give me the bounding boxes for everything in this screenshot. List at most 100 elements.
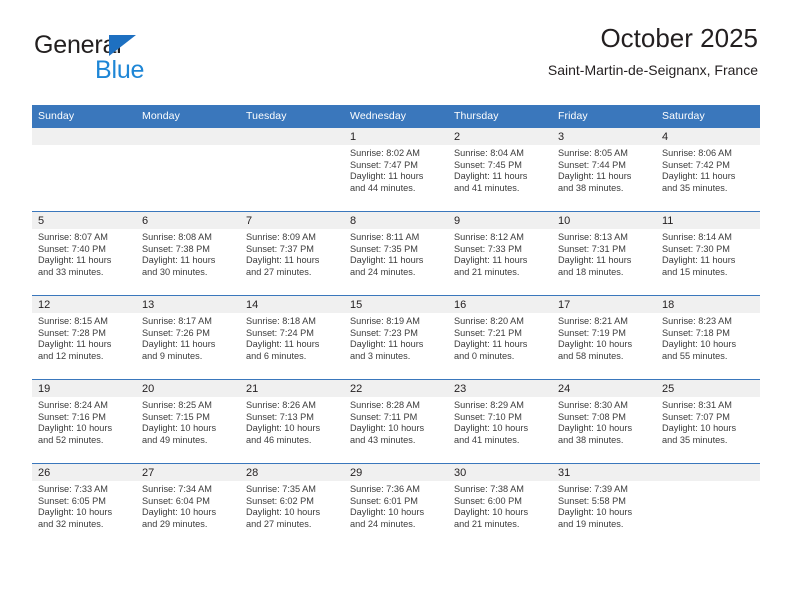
calendar-day-cell[interactable]: 16 Sunrise: 8:20 AM Sunset: 7:21 PM Dayligh… bbox=[448, 295, 552, 380]
day-details: Sunrise: 8:20 AM Sunset: 7:21 PM Daylight:… bbox=[448, 313, 552, 362]
weekday-header-wednesday: Wednesday bbox=[344, 105, 448, 128]
daylight-text-line1: Daylight: 10 hours bbox=[38, 507, 113, 518]
day-cell-inner: 26 Sunrise: 7:33 AM Sunset: 6:05 PM Dayligh… bbox=[32, 464, 136, 547]
general-blue-logo[interactable]: General Blue bbox=[34, 32, 264, 92]
daylight-text-line2: and 3 minutes. bbox=[350, 350, 411, 361]
day-cell-inner: 16 Sunrise: 8:20 AM Sunset: 7:21 PM Dayligh… bbox=[448, 296, 552, 379]
sunset-text: Sunset: 7:07 PM bbox=[662, 411, 730, 422]
calendar-day-cell[interactable]: 8 Sunrise: 8:11 AM Sunset: 7:35 PM Daylight… bbox=[344, 211, 448, 296]
calendar-day-cell[interactable]: 22 Sunrise: 8:28 AM Sunset: 7:11 PM Dayligh… bbox=[344, 379, 448, 464]
calendar-day-cell[interactable]: 30 Sunrise: 7:38 AM Sunset: 6:00 PM Dayligh… bbox=[448, 463, 552, 547]
weekday-header-tuesday: Tuesday bbox=[240, 105, 344, 128]
day-details: Sunrise: 8:15 AM Sunset: 7:28 PM Daylight:… bbox=[32, 313, 136, 362]
calendar-day-cell[interactable]: 4 Sunrise: 8:06 AM Sunset: 7:42 PM Daylight… bbox=[656, 127, 760, 212]
daylight-text-line2: and 15 minutes. bbox=[662, 266, 728, 277]
sunrise-text: Sunrise: 8:24 AM bbox=[38, 400, 108, 410]
page-subtitle: Saint-Martin-de-Seignanx, France bbox=[547, 62, 758, 78]
day-details: Sunrise: 8:07 AM Sunset: 7:40 PM Daylight:… bbox=[32, 229, 136, 278]
daylight-text-line2: and 44 minutes. bbox=[350, 182, 416, 193]
day-details: Sunrise: 8:14 AM Sunset: 7:30 PM Daylight:… bbox=[656, 229, 760, 278]
day-cell-inner: 3 Sunrise: 8:05 AM Sunset: 7:44 PM Daylight… bbox=[552, 128, 656, 211]
calendar-day-cell[interactable]: 18 Sunrise: 8:23 AM Sunset: 7:18 PM Dayligh… bbox=[656, 295, 760, 380]
daylight-text-line2: and 9 minutes. bbox=[142, 350, 203, 361]
calendar-day-cell[interactable]: 21 Sunrise: 8:26 AM Sunset: 7:13 PM Dayligh… bbox=[240, 379, 344, 464]
calendar-day-cell[interactable]: 6 Sunrise: 8:08 AM Sunset: 7:38 PM Daylight… bbox=[136, 211, 240, 296]
day-cell-inner: 15 Sunrise: 8:19 AM Sunset: 7:23 PM Dayligh… bbox=[344, 296, 448, 379]
calendar-day-cell[interactable]: 29 Sunrise: 7:36 AM Sunset: 6:01 PM Dayligh… bbox=[344, 463, 448, 547]
calendar-day-cell[interactable]: 24 Sunrise: 8:30 AM Sunset: 7:08 PM Dayligh… bbox=[552, 379, 656, 464]
calendar-day-cell[interactable]: 7 Sunrise: 8:09 AM Sunset: 7:37 PM Daylight… bbox=[240, 211, 344, 296]
sunset-text: Sunset: 7:42 PM bbox=[662, 159, 730, 170]
sunrise-text: Sunrise: 8:07 AM bbox=[38, 232, 108, 242]
daylight-text-line1: Daylight: 11 hours bbox=[246, 255, 320, 266]
day-number: 4 bbox=[656, 128, 760, 145]
day-number: 19 bbox=[32, 380, 136, 397]
daylight-text-line2: and 12 minutes. bbox=[38, 350, 104, 361]
calendar-day-cell[interactable]: 26 Sunrise: 7:33 AM Sunset: 6:05 PM Dayligh… bbox=[32, 463, 136, 547]
calendar-day-cell[interactable]: 10 Sunrise: 8:13 AM Sunset: 7:31 PM Dayligh… bbox=[552, 211, 656, 296]
sunrise-text: Sunrise: 8:23 AM bbox=[662, 316, 732, 326]
day-number: 7 bbox=[240, 212, 344, 229]
calendar-day-cell[interactable]: 25 Sunrise: 8:31 AM Sunset: 7:07 PM Dayligh… bbox=[656, 379, 760, 464]
day-number: 27 bbox=[136, 464, 240, 481]
sunrise-text: Sunrise: 8:13 AM bbox=[558, 232, 628, 242]
calendar-day-cell[interactable]: 12 Sunrise: 8:15 AM Sunset: 7:28 PM Dayligh… bbox=[32, 295, 136, 380]
calendar-day-cell[interactable]: 19 Sunrise: 8:24 AM Sunset: 7:16 PM Dayligh… bbox=[32, 379, 136, 464]
sunset-text: Sunset: 6:00 PM bbox=[454, 495, 522, 506]
sunset-text: Sunset: 6:05 PM bbox=[38, 495, 106, 506]
calendar-day-cell[interactable]: 23 Sunrise: 8:29 AM Sunset: 7:10 PM Dayligh… bbox=[448, 379, 552, 464]
sunrise-text: Sunrise: 8:21 AM bbox=[558, 316, 628, 326]
daylight-text-line2: and 55 minutes. bbox=[662, 350, 728, 361]
sunset-text: Sunset: 7:47 PM bbox=[350, 159, 418, 170]
calendar-day-cell[interactable]: 14 Sunrise: 8:18 AM Sunset: 7:24 PM Dayligh… bbox=[240, 295, 344, 380]
day-number: 28 bbox=[240, 464, 344, 481]
day-details: Sunrise: 8:13 AM Sunset: 7:31 PM Daylight:… bbox=[552, 229, 656, 278]
weekday-header-saturday: Saturday bbox=[656, 105, 760, 128]
day-details: Sunrise: 8:31 AM Sunset: 7:07 PM Daylight:… bbox=[656, 397, 760, 446]
day-details: Sunrise: 8:23 AM Sunset: 7:18 PM Daylight:… bbox=[656, 313, 760, 362]
daylight-text-line1: Daylight: 10 hours bbox=[350, 423, 425, 434]
day-number: 3 bbox=[552, 128, 656, 145]
daylight-text-line1: Daylight: 11 hours bbox=[350, 339, 424, 350]
calendar-day-cell[interactable]: 17 Sunrise: 8:21 AM Sunset: 7:19 PM Dayligh… bbox=[552, 295, 656, 380]
calendar-day-cell[interactable]: 27 Sunrise: 7:34 AM Sunset: 6:04 PM Dayligh… bbox=[136, 463, 240, 547]
sunrise-text: Sunrise: 8:04 AM bbox=[454, 148, 524, 158]
day-cell-inner bbox=[240, 128, 344, 211]
daylight-text-line2: and 43 minutes. bbox=[350, 434, 416, 445]
day-details: Sunrise: 8:24 AM Sunset: 7:16 PM Daylight:… bbox=[32, 397, 136, 446]
daylight-text-line2: and 18 minutes. bbox=[558, 266, 624, 277]
day-cell-inner: 18 Sunrise: 8:23 AM Sunset: 7:18 PM Dayligh… bbox=[656, 296, 760, 379]
sunrise-text: Sunrise: 8:15 AM bbox=[38, 316, 108, 326]
day-number: 21 bbox=[240, 380, 344, 397]
calendar-day-cell[interactable]: 3 Sunrise: 8:05 AM Sunset: 7:44 PM Daylight… bbox=[552, 127, 656, 212]
day-number: 8 bbox=[344, 212, 448, 229]
sunrise-text: Sunrise: 8:05 AM bbox=[558, 148, 628, 158]
calendar-day-cell[interactable]: 1 Sunrise: 8:02 AM Sunset: 7:47 PM Daylight… bbox=[344, 127, 448, 212]
day-number: 20 bbox=[136, 380, 240, 397]
calendar-week-row: 12 Sunrise: 8:15 AM Sunset: 7:28 PM Dayligh… bbox=[32, 295, 760, 380]
weekday-header-monday: Monday bbox=[136, 105, 240, 128]
calendar-day-cell[interactable]: 13 Sunrise: 8:17 AM Sunset: 7:26 PM Dayligh… bbox=[136, 295, 240, 380]
calendar-day-cell[interactable]: 11 Sunrise: 8:14 AM Sunset: 7:30 PM Dayligh… bbox=[656, 211, 760, 296]
day-cell-inner: 14 Sunrise: 8:18 AM Sunset: 7:24 PM Dayligh… bbox=[240, 296, 344, 379]
daylight-text-line1: Daylight: 11 hours bbox=[38, 339, 112, 350]
sunrise-text: Sunrise: 8:11 AM bbox=[350, 232, 420, 242]
day-cell-inner: 11 Sunrise: 8:14 AM Sunset: 7:30 PM Dayligh… bbox=[656, 212, 760, 295]
day-details: Sunrise: 7:35 AM Sunset: 6:02 PM Daylight:… bbox=[240, 481, 344, 530]
calendar-day-cell[interactable]: 20 Sunrise: 8:25 AM Sunset: 7:15 PM Dayligh… bbox=[136, 379, 240, 464]
day-number: 12 bbox=[32, 296, 136, 313]
daylight-text-line1: Daylight: 10 hours bbox=[142, 423, 217, 434]
calendar-day-cell[interactable]: 5 Sunrise: 8:07 AM Sunset: 7:40 PM Daylight… bbox=[32, 211, 136, 296]
day-cell-inner: 9 Sunrise: 8:12 AM Sunset: 7:33 PM Daylight… bbox=[448, 212, 552, 295]
day-details: Sunrise: 8:29 AM Sunset: 7:10 PM Daylight:… bbox=[448, 397, 552, 446]
calendar-day-cell[interactable]: 2 Sunrise: 8:04 AM Sunset: 7:45 PM Daylight… bbox=[448, 127, 552, 212]
day-details: Sunrise: 8:02 AM Sunset: 7:47 PM Daylight:… bbox=[344, 145, 448, 194]
sunset-text: Sunset: 7:11 PM bbox=[350, 411, 418, 422]
calendar-day-cell[interactable]: 15 Sunrise: 8:19 AM Sunset: 7:23 PM Dayligh… bbox=[344, 295, 448, 380]
sunset-text: Sunset: 7:28 PM bbox=[38, 327, 106, 338]
calendar-week-row: 26 Sunrise: 7:33 AM Sunset: 6:05 PM Dayligh… bbox=[32, 463, 760, 547]
calendar-day-cell[interactable]: 31 Sunrise: 7:39 AM Sunset: 5:58 PM Dayligh… bbox=[552, 463, 656, 547]
calendar-day-cell[interactable]: 9 Sunrise: 8:12 AM Sunset: 7:33 PM Daylight… bbox=[448, 211, 552, 296]
calendar-day-cell[interactable]: 28 Sunrise: 7:35 AM Sunset: 6:02 PM Dayligh… bbox=[240, 463, 344, 547]
sunset-text: Sunset: 7:35 PM bbox=[350, 243, 418, 254]
